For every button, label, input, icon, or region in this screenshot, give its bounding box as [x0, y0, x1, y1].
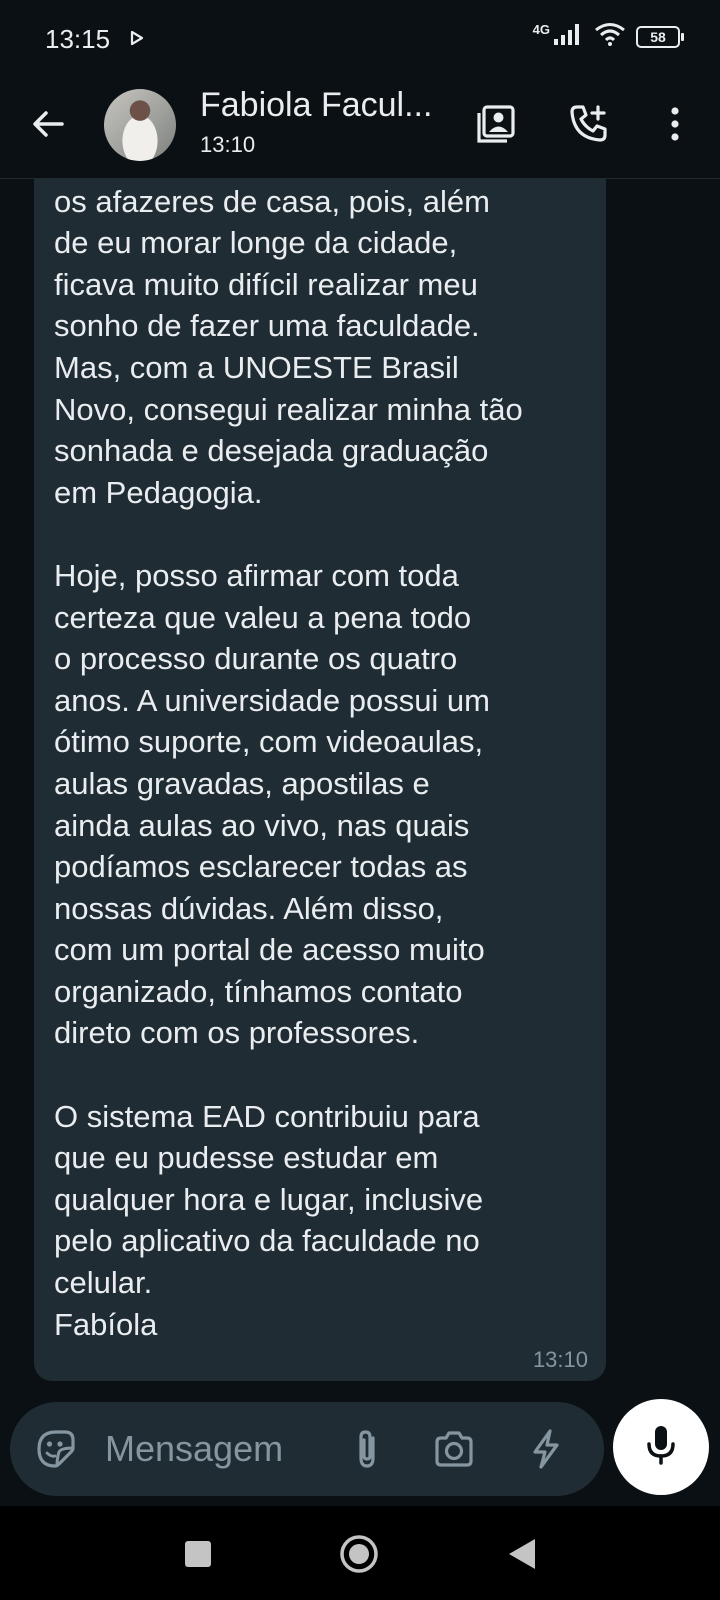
contact-book-icon[interactable] — [472, 100, 520, 148]
message-composer[interactable]: Mensagem — [10, 1402, 604, 1496]
home-icon[interactable] — [337, 1532, 381, 1576]
signal-icon — [554, 23, 584, 50]
message-input[interactable]: Mensagem — [105, 1428, 283, 1470]
status-bar: 13:15 4G 58 — [0, 0, 720, 76]
add-call-icon[interactable] — [565, 100, 613, 148]
message-text: conseguir conciliar o trabalho com os af… — [54, 183, 523, 1342]
camera-icon[interactable] — [430, 1425, 478, 1473]
play-icon — [130, 30, 144, 51]
paperclip-icon[interactable] — [343, 1425, 391, 1473]
status-time: 13:15 — [45, 24, 111, 54]
mic-button[interactable] — [613, 1399, 709, 1495]
back-nav-icon[interactable] — [500, 1532, 544, 1576]
lightning-icon[interactable] — [522, 1425, 570, 1473]
message-time: 13:10 — [532, 1347, 588, 1372]
sticker-icon[interactable] — [32, 1425, 80, 1473]
avatar[interactable] — [104, 89, 176, 161]
contact-name[interactable]: Fabiola Facul... — [200, 86, 432, 125]
message-bubble[interactable]: conseguir conciliar o trabalho com os af… — [34, 179, 606, 1381]
chat-area[interactable]: conseguir conciliar o trabalho com os af… — [0, 179, 720, 1397]
network-type: 4G — [532, 22, 550, 37]
last-seen-time: 13:10 — [200, 132, 256, 157]
system-nav-bar — [0, 1506, 720, 1600]
back-arrow-icon[interactable] — [28, 104, 68, 144]
wifi-icon — [594, 22, 626, 51]
recents-icon[interactable] — [176, 1532, 220, 1576]
status-indicators: 4G 58 — [532, 22, 684, 51]
battery-indicator: 58 — [636, 25, 684, 48]
mic-icon — [643, 1423, 679, 1472]
more-options-icon[interactable] — [651, 100, 699, 148]
chat-header: Fabiola Facul... 13:10 — [0, 76, 720, 179]
